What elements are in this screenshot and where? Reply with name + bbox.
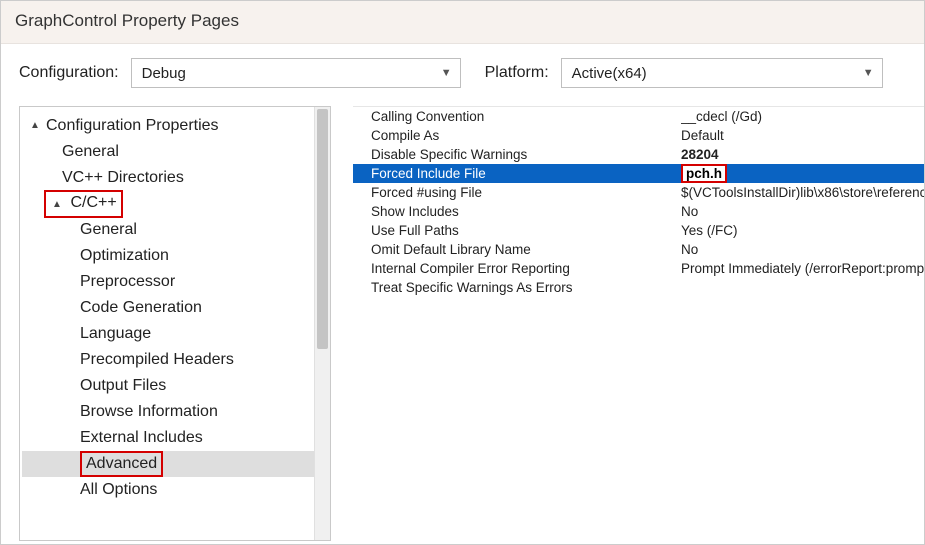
grid-row[interactable]: Calling Convention__cdecl (/Gd) (353, 107, 924, 126)
tree-label: General (62, 144, 119, 160)
tree-label: All Options (80, 482, 157, 498)
grid-property-name: Omit Default Library Name (353, 242, 681, 257)
platform-combo[interactable]: Active(x64) ▼ (561, 58, 883, 88)
platform-label: Platform: (485, 64, 549, 82)
grid-property-name: Use Full Paths (353, 223, 681, 238)
grid-row[interactable]: Use Full PathsYes (/FC) (353, 221, 924, 240)
grid-property-value[interactable]: Default (681, 128, 924, 143)
tree-item-advanced[interactable]: Advanced (22, 451, 330, 477)
tree-item-language[interactable]: Language (22, 321, 330, 347)
tree-item-vc-directories[interactable]: VC++ Directories (22, 165, 330, 191)
grid-property-value[interactable]: No (681, 242, 924, 257)
grid-row[interactable]: Forced Include Filepch.h (353, 164, 924, 183)
tree-label: Advanced (80, 451, 163, 477)
tree-label: Browse Information (80, 404, 218, 420)
tree-label: Precompiled Headers (80, 352, 234, 368)
grid-row[interactable]: Disable Specific Warnings28204 (353, 145, 924, 164)
grid-property-value[interactable]: pch.h (681, 164, 924, 183)
configuration-combo[interactable]: Debug ▼ (131, 58, 461, 88)
tree-label: VC++ Directories (62, 170, 184, 186)
grid-property-value[interactable]: 28204 (681, 147, 924, 162)
grid-property-name: Calling Convention (353, 109, 681, 124)
grid-property-name: Compile As (353, 128, 681, 143)
tree-item-optimization[interactable]: Optimization (22, 243, 330, 269)
tree-item-external-includes[interactable]: External Includes (22, 425, 330, 451)
grid-property-value[interactable]: __cdecl (/Gd) (681, 109, 924, 124)
tree-item-general[interactable]: General (22, 139, 330, 165)
tree-item-browse-information[interactable]: Browse Information (22, 399, 330, 425)
grid-row[interactable]: Forced #using File$(VCToolsInstallDir)li… (353, 183, 924, 202)
grid-property-name: Forced Include File (353, 166, 681, 181)
tree-item-config-properties[interactable]: ▲ Configuration Properties (22, 113, 330, 139)
grid-property-name: Show Includes (353, 204, 681, 219)
tree-item-code-generation[interactable]: Code Generation (22, 295, 330, 321)
grid-property-name: Forced #using File (353, 185, 681, 200)
property-tree: ▲ Configuration Properties General VC++ … (20, 107, 330, 509)
tree-label: Optimization (80, 248, 169, 264)
chevron-down-icon: ▼ (441, 67, 452, 79)
grid-row[interactable]: Treat Specific Warnings As Errors (353, 278, 924, 297)
property-grid-panel: Calling Convention__cdecl (/Gd)Compile A… (331, 106, 924, 541)
property-grid: Calling Convention__cdecl (/Gd)Compile A… (353, 106, 924, 297)
tree-item-output-files[interactable]: Output Files (22, 373, 330, 399)
tree-label: External Includes (80, 430, 203, 446)
tree-panel: ▲ Configuration Properties General VC++ … (19, 106, 331, 541)
expand-icon[interactable]: ▲ (50, 194, 64, 216)
tree-scrollbar[interactable] (314, 107, 330, 540)
grid-property-value[interactable]: No (681, 204, 924, 219)
grid-property-value[interactable]: Prompt Immediately (/errorReport:prompt) (681, 261, 924, 276)
tree-label: Code Generation (80, 300, 202, 316)
platform-value: Active(x64) (572, 65, 647, 82)
configuration-value: Debug (142, 65, 186, 82)
tree-label: Preprocessor (80, 274, 175, 290)
grid-property-name: Treat Specific Warnings As Errors (353, 280, 681, 295)
tree-label: Configuration Properties (46, 118, 219, 134)
grid-property-name: Internal Compiler Error Reporting (353, 261, 681, 276)
tree-label: Output Files (80, 378, 166, 394)
tree-item-precompiled-headers[interactable]: Precompiled Headers (22, 347, 330, 373)
tree-label: General (80, 222, 137, 238)
chevron-down-icon: ▼ (863, 67, 874, 79)
tree-item-ccpp[interactable]: ▲ C/C++ (22, 191, 330, 217)
configuration-label: Configuration: (19, 64, 119, 82)
tree-item-preprocessor[interactable]: Preprocessor (22, 269, 330, 295)
grid-property-value[interactable]: Yes (/FC) (681, 223, 924, 238)
tree-item-all-options[interactable]: All Options (22, 477, 330, 503)
content-area: ▲ Configuration Properties General VC++ … (1, 106, 924, 541)
grid-property-name: Disable Specific Warnings (353, 147, 681, 162)
grid-property-value[interactable]: $(VCToolsInstallDir)lib\x86\store\refere… (681, 185, 924, 200)
scrollbar-thumb[interactable] (317, 109, 328, 349)
grid-row[interactable]: Omit Default Library NameNo (353, 240, 924, 259)
grid-row[interactable]: Internal Compiler Error ReportingPrompt … (353, 259, 924, 278)
window-title: GraphControl Property Pages (1, 1, 924, 44)
grid-row[interactable]: Compile AsDefault (353, 126, 924, 145)
tree-item-ccpp-general[interactable]: General (22, 217, 330, 243)
expand-icon[interactable]: ▲ (28, 121, 42, 131)
tree-label: Language (80, 326, 151, 342)
tree-label: C/C++ (70, 194, 116, 211)
grid-row[interactable]: Show IncludesNo (353, 202, 924, 221)
toolbar: Configuration: Debug ▼ Platform: Active(… (1, 44, 924, 106)
